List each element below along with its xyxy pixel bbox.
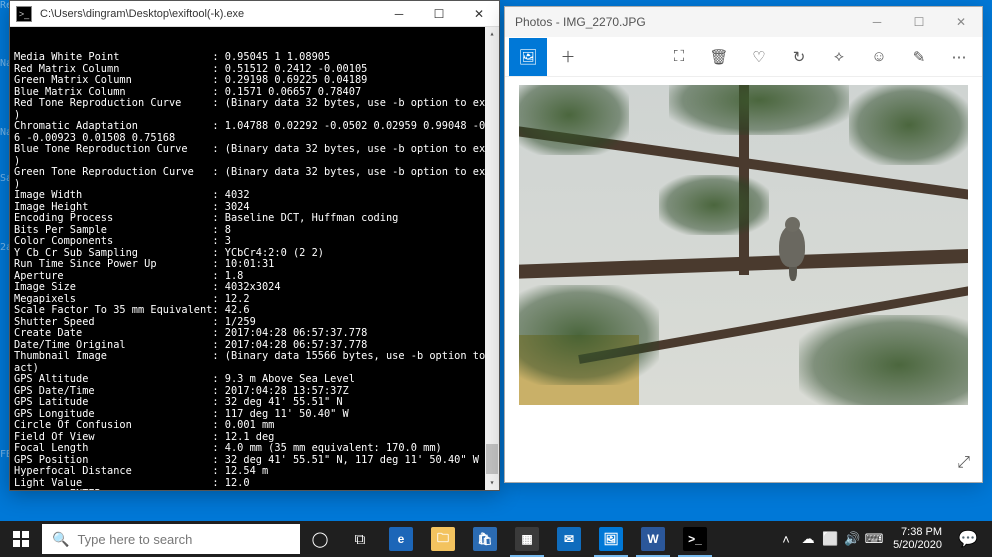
- taskbar-console[interactable]: >_: [674, 521, 716, 557]
- scroll-thumb[interactable]: [486, 444, 498, 474]
- minimize-button[interactable]: ─: [379, 1, 419, 27]
- photos-minimize-button[interactable]: ─: [856, 7, 898, 37]
- delete-button[interactable]: 🗑: [700, 38, 738, 76]
- scroll-track[interactable]: [485, 41, 499, 476]
- scroll-up-button[interactable]: ▴: [485, 27, 499, 41]
- photos-maximize-button[interactable]: ☐: [898, 7, 940, 37]
- taskbar-edge[interactable]: e: [380, 521, 422, 557]
- photos-close-button[interactable]: ✕: [940, 7, 982, 37]
- cortana-icon[interactable]: ◯: [300, 521, 340, 557]
- tray-onedrive-icon[interactable]: ☁: [797, 521, 819, 557]
- see-all-photos-button[interactable]: 🖼: [509, 38, 547, 76]
- photo-foliage: [799, 315, 968, 405]
- edit-button[interactable]: ✎: [900, 38, 938, 76]
- people-button[interactable]: ☺: [860, 38, 898, 76]
- tray-network-icon[interactable]: ⬜: [819, 521, 841, 557]
- search-icon: 🔍: [52, 531, 69, 548]
- scroll-down-button[interactable]: ▾: [485, 476, 499, 490]
- photos-titlebar[interactable]: Photos - IMG_2270.JPG ─ ☐ ✕: [505, 7, 982, 37]
- photo-foliage: [519, 285, 659, 385]
- tray-volume-icon[interactable]: 🔊: [841, 521, 863, 557]
- console-window: >_ C:\Users\dingram\Desktop\exiftool(-k)…: [9, 0, 500, 491]
- taskbar-mail[interactable]: ✉: [548, 521, 590, 557]
- close-button[interactable]: ✕: [459, 1, 499, 27]
- search-box[interactable]: 🔍 Type here to search: [42, 524, 300, 554]
- photo-bird: [769, 215, 817, 275]
- taskbar: 🔍 Type here to search ◯ ⧉ e 🗀 🛍 ▦ ✉ 🖼 W …: [0, 521, 992, 557]
- clock-time: 7:38 PM: [893, 526, 942, 539]
- photos-viewport[interactable]: ⤢: [505, 77, 982, 482]
- more-button[interactable]: ⋯: [940, 38, 978, 76]
- search-placeholder: Type here to search: [77, 532, 192, 547]
- clock-date: 5/20/2020: [893, 539, 942, 552]
- tray-keyboard-icon[interactable]: ⌨: [863, 521, 885, 557]
- fullscreen-icon[interactable]: ⤢: [957, 454, 970, 472]
- photo-foliage: [519, 85, 629, 155]
- photos-title: Photos - IMG_2270.JPG: [505, 15, 856, 29]
- zoom-button[interactable]: ⛶: [660, 38, 698, 76]
- task-view-icon[interactable]: ⧉: [340, 521, 380, 557]
- console-titlebar[interactable]: >_ C:\Users\dingram\Desktop\exiftool(-k)…: [10, 1, 499, 27]
- photo-foliage: [669, 85, 849, 135]
- crop-button[interactable]: ⟡: [820, 38, 858, 76]
- taskbar-app-running-1[interactable]: ▦: [506, 521, 548, 557]
- taskbar-photos[interactable]: 🖼: [590, 521, 632, 557]
- rotate-button[interactable]: ↻: [780, 38, 818, 76]
- photo-foliage: [849, 85, 968, 165]
- photo-foliage: [659, 175, 769, 235]
- maximize-button[interactable]: ☐: [419, 1, 459, 27]
- taskbar-explorer[interactable]: 🗀: [422, 521, 464, 557]
- system-tray: ˄ ☁ ⬜ 🔊 ⌨ 7:38 PM 5/20/2020 💬: [775, 521, 992, 557]
- photos-toolbar: 🖼 ＋ ⛶ 🗑 ♡ ↻ ⟡ ☺ ✎ ⋯: [505, 37, 982, 77]
- console-app-icon: >_: [16, 6, 32, 22]
- action-center-icon[interactable]: 💬: [950, 521, 986, 557]
- taskbar-clock[interactable]: 7:38 PM 5/20/2020: [885, 526, 950, 552]
- console-scrollbar[interactable]: ▴ ▾: [485, 27, 499, 490]
- console-output: Media White Point : 0.95045 1 1.08905 Re…: [10, 27, 499, 490]
- photo-content: [519, 85, 968, 405]
- start-button[interactable]: [0, 521, 42, 557]
- tray-overflow-icon[interactable]: ˄: [775, 521, 797, 557]
- taskbar-word[interactable]: W: [632, 521, 674, 557]
- taskbar-store[interactable]: 🛍: [464, 521, 506, 557]
- console-title: C:\Users\dingram\Desktop\exiftool(-k).ex…: [38, 8, 379, 20]
- photos-window: Photos - IMG_2270.JPG ─ ☐ ✕ 🖼 ＋ ⛶ 🗑 ♡ ↻ …: [504, 6, 983, 483]
- add-to-button[interactable]: ＋: [549, 38, 587, 76]
- favorite-button[interactable]: ♡: [740, 38, 778, 76]
